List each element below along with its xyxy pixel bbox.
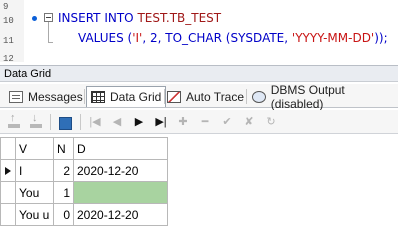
- table-row[interactable]: You 1: [0, 181, 168, 204]
- cell-d[interactable]: 2020-12-20: [73, 159, 168, 182]
- line-number-gutter: 9 10 11 12: [0, 0, 24, 64]
- line-number: 9: [3, 2, 9, 12]
- cell-n[interactable]: 2: [53, 159, 74, 182]
- grid-header-row: V N D: [0, 137, 168, 160]
- sql-keyword: INSERT INTO: [58, 11, 138, 25]
- tab-messages[interactable]: Messages: [9, 86, 83, 107]
- cell-v[interactable]: You u: [15, 203, 54, 226]
- last-record-button[interactable]: ▶|: [152, 113, 170, 131]
- export-icon[interactable]: [27, 113, 45, 131]
- fold-guide: [48, 22, 49, 43]
- tab-dbms-output[interactable]: DBMS Output (disabled): [252, 83, 398, 111]
- sql-closing: ));: [374, 31, 388, 45]
- line-number: 11: [3, 36, 14, 46]
- result-grid[interactable]: V N D I 2 2020-12-20 You 1 You u 0 2020-…: [0, 137, 168, 226]
- delete-record-button[interactable]: ━: [196, 113, 214, 131]
- row-indicator: [0, 181, 16, 204]
- refresh-button[interactable]: ↻: [262, 113, 280, 131]
- tab-data-grid[interactable]: Data Grid: [86, 86, 167, 107]
- line-number: 12: [3, 54, 14, 64]
- cell-n[interactable]: 0: [53, 203, 74, 226]
- panel-title: Data Grid: [0, 65, 398, 82]
- messages-icon: [9, 90, 23, 103]
- column-header-d[interactable]: D: [73, 137, 168, 160]
- tab-auto-trace[interactable]: Auto Trace: [167, 86, 244, 107]
- sql-editor[interactable]: 9 10 11 12 INSERT INTO TEST.TB_TEST VALU…: [0, 0, 398, 64]
- cell-n[interactable]: 1: [53, 181, 74, 204]
- code-line-values: VALUES ('I', 2, TO_CHAR (SYSDATE, 'YYYY-…: [78, 31, 388, 45]
- cell-v[interactable]: I: [15, 159, 54, 182]
- toolbar-divider: [80, 114, 81, 130]
- sql-arguments: , 2, TO_CHAR (SYSDATE,: [142, 31, 292, 45]
- line-number: 10: [3, 16, 14, 26]
- table-row[interactable]: I 2 2020-12-20: [0, 159, 168, 182]
- cell-d-null[interactable]: [73, 181, 168, 204]
- first-record-button[interactable]: |◀: [86, 113, 104, 131]
- tab-label: Auto Trace: [186, 89, 245, 104]
- sql-string-literal: 'I': [132, 31, 143, 45]
- insert-record-button[interactable]: ✚: [174, 113, 192, 131]
- tab-label: Data Grid: [110, 90, 162, 104]
- prior-record-button[interactable]: ◀: [108, 113, 126, 131]
- fold-guide-end: [48, 42, 53, 43]
- sql-keyword: VALUES (: [78, 31, 133, 45]
- table-row[interactable]: You u 0 2020-12-20: [0, 203, 168, 226]
- row-indicator-header: [0, 137, 16, 160]
- current-statement-marker-icon: [32, 16, 37, 21]
- cell-d[interactable]: 2020-12-20: [73, 203, 168, 226]
- export-grid-button[interactable]: [56, 113, 74, 131]
- tab-label: Messages: [28, 89, 83, 104]
- cell-v[interactable]: You: [15, 181, 54, 204]
- toolbar-divider: [50, 114, 51, 130]
- export-grid-icon: [58, 116, 72, 130]
- tab-divider: [164, 89, 165, 104]
- current-row-pointer-icon: [5, 166, 11, 175]
- column-header-n[interactable]: N: [53, 137, 74, 160]
- cancel-edit-button[interactable]: ✘: [240, 113, 258, 131]
- output-tabbar: Messages Data Grid Auto Trace DBMS Outpu…: [0, 83, 398, 111]
- code-fold-toggle-icon[interactable]: [44, 13, 53, 22]
- row-indicator: [0, 159, 16, 182]
- sql-string-literal: 'YYYY-MM-DD': [291, 31, 375, 45]
- data-grid-icon: [91, 91, 105, 103]
- code-line-insert: INSERT INTO TEST.TB_TEST: [58, 11, 221, 25]
- post-edit-button[interactable]: ✔: [218, 113, 236, 131]
- tab-divider: [84, 89, 85, 104]
- tab-label: DBMS Output (disabled): [270, 82, 345, 111]
- row-indicator: [0, 203, 16, 226]
- import-icon[interactable]: [5, 113, 23, 131]
- next-record-button[interactable]: ▶: [130, 113, 148, 131]
- tab-divider: [246, 89, 247, 104]
- sql-table-name: TEST.TB_TEST: [137, 11, 222, 25]
- grid-toolbar: |◀ ◀ ▶ ▶| ✚ ━ ✔ ✘ ↻: [0, 110, 398, 134]
- dbms-output-icon: [252, 90, 266, 103]
- column-header-v[interactable]: V: [15, 137, 54, 160]
- auto-trace-icon: [167, 90, 181, 103]
